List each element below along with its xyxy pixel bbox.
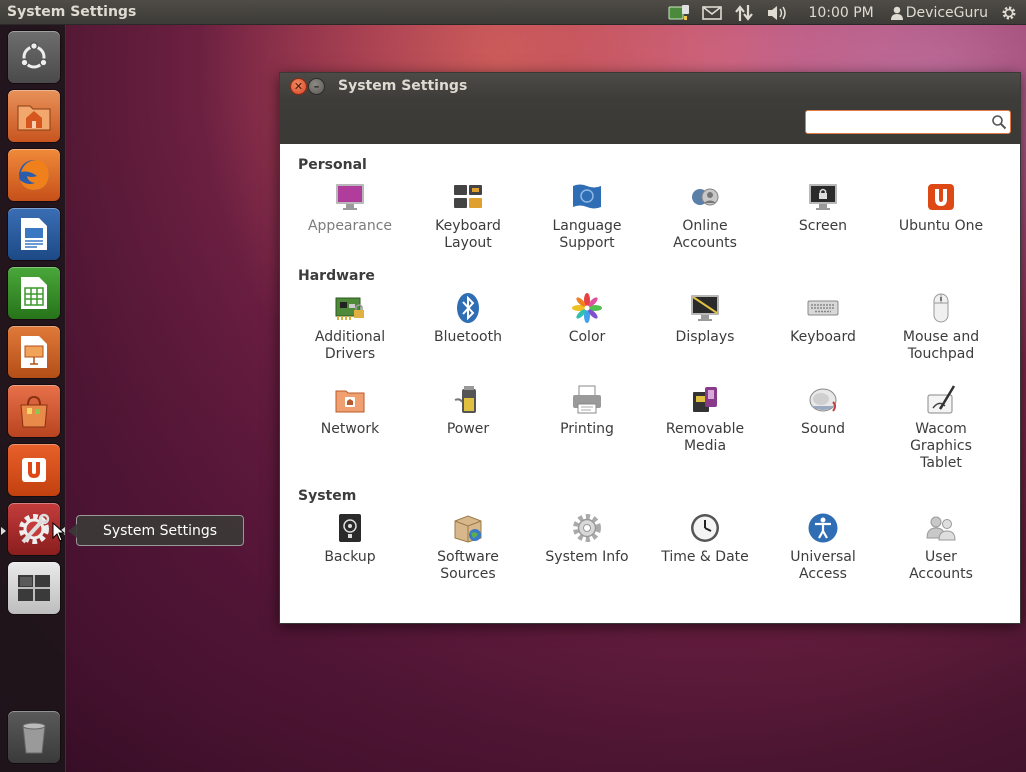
settings-item-color[interactable]: Color (529, 292, 645, 346)
workspace-switcher-launcher[interactable] (8, 562, 60, 614)
trash-icon (22, 722, 46, 754)
writer-document-icon (21, 218, 47, 250)
settings-item-network[interactable]: Network (292, 384, 408, 438)
online-accounts-icon (692, 188, 719, 206)
gear-icon[interactable] (996, 0, 1026, 25)
firefox-launcher[interactable] (8, 149, 60, 201)
search-input[interactable] (805, 110, 1011, 134)
screen-lock-icon (809, 184, 837, 210)
settings-item-online-accounts[interactable]: Online Accounts (647, 181, 763, 252)
search-icon[interactable] (991, 114, 1007, 130)
network-folder-icon (335, 390, 365, 413)
bluetooth-icon (457, 293, 479, 323)
settings-item-universal-access[interactable]: Universal Access (765, 512, 881, 583)
settings-item-mouse-touchpad[interactable]: Mouse and Touchpad (883, 292, 999, 363)
firefox-icon (19, 160, 49, 190)
home-folder-launcher[interactable] (8, 90, 60, 142)
mouse-cursor-icon (52, 522, 66, 542)
launcher (0, 25, 66, 772)
settings-item-keyboard[interactable]: Keyboard (765, 292, 881, 346)
settings-item-wacom[interactable]: Wacom Graphics Tablet (883, 384, 999, 472)
folder-home-icon (17, 105, 51, 131)
volume-icon[interactable] (760, 0, 794, 25)
running-indicator (1, 527, 6, 535)
window-titlebar[interactable]: ✕ – System Settings (280, 73, 1020, 100)
appearance-icon (336, 184, 364, 210)
shopping-bag-icon (20, 395, 48, 428)
settings-item-backup[interactable]: Backup (292, 512, 408, 566)
printer-icon (573, 385, 601, 414)
settings-item-system-info[interactable]: System Info (529, 512, 645, 566)
battery-power-icon (454, 386, 476, 413)
software-center-launcher[interactable] (8, 385, 60, 437)
settings-item-screen[interactable]: Screen (765, 181, 881, 235)
user-icon (890, 6, 904, 20)
presentation-icon (21, 336, 47, 368)
network-icon[interactable] (728, 0, 760, 25)
accessibility-icon (808, 513, 838, 543)
settings-item-software-sources[interactable]: Software Sources (410, 512, 526, 583)
keyboard-icon (807, 300, 839, 316)
keyboard-layout-indicator-icon[interactable] (662, 0, 696, 25)
settings-item-power[interactable]: Power (410, 384, 526, 438)
window-toolbar (280, 100, 1020, 144)
section-title-personal: Personal (298, 157, 367, 173)
ubuntu-logo-icon (20, 41, 48, 69)
settings-item-bluetooth[interactable]: Bluetooth (410, 292, 526, 346)
clock-icon (691, 514, 719, 542)
section-title-hardware: Hardware (298, 268, 375, 284)
language-flag-icon (573, 184, 601, 209)
indicator-area: 10:00 PM DeviceGuru (662, 0, 1026, 25)
settings-item-appearance[interactable]: Appearance (292, 181, 408, 235)
launcher-tooltip: System Settings (68, 515, 244, 546)
drivers-board-icon (335, 297, 364, 320)
mail-icon[interactable] (696, 0, 728, 25)
ubuntu-one-icon (22, 458, 46, 482)
top-panel: System Settings 10:00 PM DeviceGuru (0, 0, 1026, 25)
system-gear-icon (573, 514, 601, 542)
settings-item-additional-drivers[interactable]: Additional Drivers (292, 292, 408, 363)
trash-launcher[interactable] (8, 711, 60, 763)
settings-item-displays[interactable]: Displays (647, 292, 763, 346)
ubuntu-one-icon (928, 184, 954, 210)
active-app-title: System Settings (7, 4, 137, 20)
settings-item-printing[interactable]: Printing (529, 384, 645, 438)
calc-launcher[interactable] (8, 267, 60, 319)
settings-item-removable-media[interactable]: Removable Media (647, 384, 763, 455)
close-button[interactable]: ✕ (290, 78, 307, 95)
settings-item-ubuntu-one[interactable]: Ubuntu One (883, 181, 999, 235)
users-icon (926, 516, 956, 541)
spreadsheet-icon (21, 277, 47, 309)
graphics-tablet-icon (927, 385, 956, 414)
settings-item-time-date[interactable]: Time & Date (647, 512, 763, 566)
system-settings-window: ✕ – System Settings Personal Appearance … (279, 72, 1021, 624)
minimize-button[interactable]: – (308, 78, 325, 95)
mouse-icon (933, 293, 949, 323)
impress-launcher[interactable] (8, 326, 60, 378)
clock[interactable]: 10:00 PM (794, 0, 881, 25)
ubuntu-one-launcher[interactable] (8, 444, 60, 496)
section-title-system: System (298, 488, 357, 504)
settings-item-user-accounts[interactable]: User Accounts (883, 512, 999, 583)
dash-home-button[interactable] (8, 31, 60, 83)
settings-item-keyboard-layout[interactable]: Keyboard Layout (410, 181, 526, 252)
keyboard-layout-icon (454, 185, 482, 208)
user-menu[interactable]: DeviceGuru (882, 0, 996, 25)
speaker-sound-icon (809, 388, 837, 412)
software-box-icon (454, 515, 482, 543)
user-name: DeviceGuru (905, 4, 988, 21)
color-wheel-icon (572, 293, 602, 323)
safe-backup-icon (339, 514, 361, 542)
removable-media-icon (693, 387, 717, 412)
writer-launcher[interactable] (8, 208, 60, 260)
settings-item-language-support[interactable]: Language Support (529, 181, 645, 252)
window-title: System Settings (338, 78, 468, 94)
settings-item-sound[interactable]: Sound (765, 384, 881, 438)
workspace-switcher-icon (18, 575, 50, 601)
settings-grid: Personal Appearance Keyboard Layout Lang… (280, 144, 1020, 624)
settings-wrench-icon (19, 513, 50, 544)
display-monitor-icon (691, 295, 719, 321)
